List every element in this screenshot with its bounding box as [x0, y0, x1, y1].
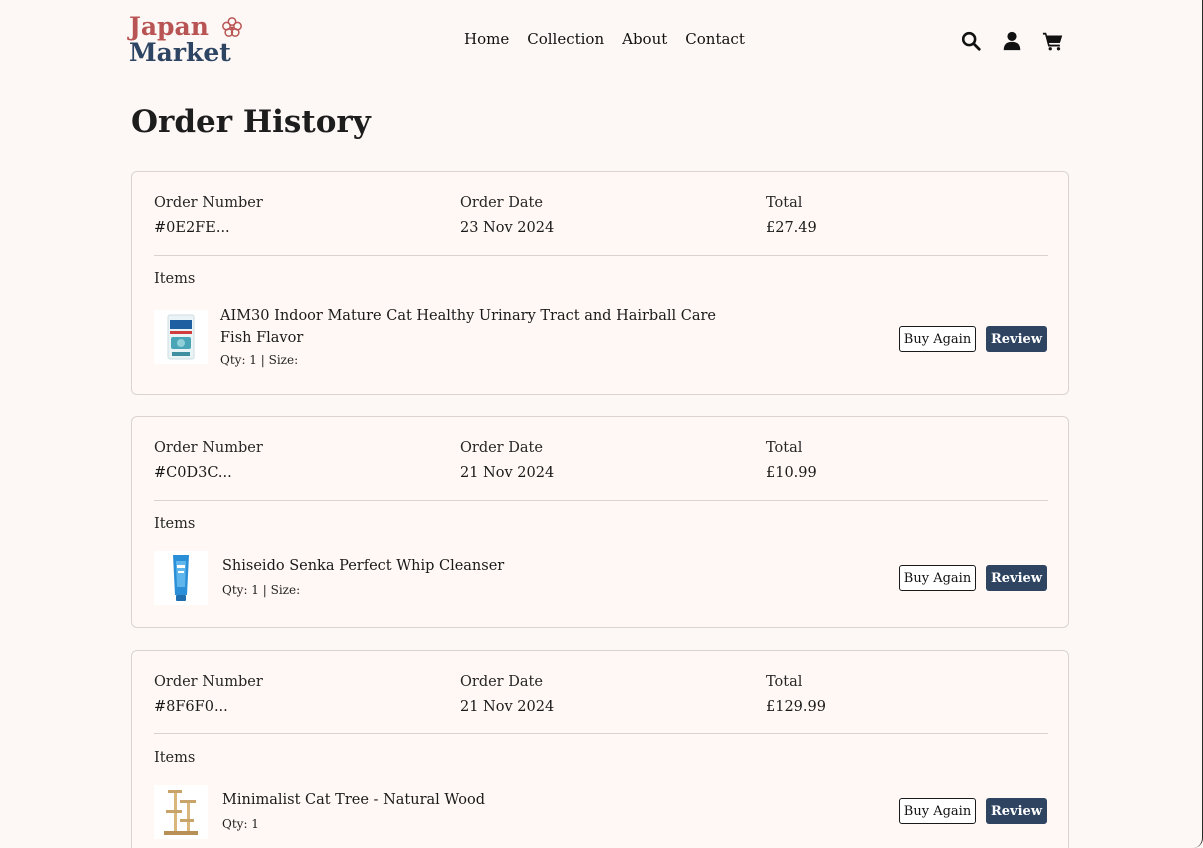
- search-icon[interactable]: [960, 30, 982, 52]
- items-label: Items: [154, 271, 196, 287]
- product-details: Qty: 1 | Size:: [220, 353, 299, 367]
- order-number-field: Order Number #0E2FE...: [154, 194, 263, 237]
- order-total-value: £129.99: [766, 699, 826, 715]
- order-meta: Order Number #0E2FE... Order Date 23 Nov…: [154, 194, 1048, 242]
- order-meta: Order Number #C0D3C... Order Date 21 Nov…: [154, 439, 1048, 487]
- order-number-value: #C0D3C...: [154, 465, 232, 481]
- divider: [154, 733, 1048, 734]
- cat-tree-image: [164, 790, 198, 835]
- product-name[interactable]: AIM30 Indoor Mature Cat Healthy Urinary …: [220, 305, 740, 349]
- nav-home[interactable]: Home: [464, 30, 509, 48]
- buy-again-button[interactable]: Buy Again: [899, 565, 976, 591]
- nav-about[interactable]: About: [622, 30, 667, 48]
- product-thumbnail[interactable]: [154, 310, 208, 364]
- order-total-field: Total £10.99: [766, 439, 817, 482]
- app-window: Japan Market Home Collection About Conta…: [0, 0, 1203, 848]
- order-date-field: Order Date 21 Nov 2024: [460, 439, 554, 482]
- nav-collection[interactable]: Collection: [527, 30, 604, 48]
- order-date-label: Order Date: [460, 674, 543, 690]
- product-thumbnail[interactable]: [154, 785, 208, 839]
- product-name[interactable]: Shiseido Senka Perfect Whip Cleanser: [222, 555, 742, 577]
- page-title: Order History: [131, 104, 371, 140]
- order-number-field: Order Number #C0D3C...: [154, 439, 263, 482]
- divider: [154, 255, 1048, 256]
- order-total-value: £27.49: [766, 220, 817, 236]
- order-total-field: Total £129.99: [766, 673, 826, 716]
- order-card: Order Number #C0D3C... Order Date 21 Nov…: [131, 416, 1069, 628]
- items-label: Items: [154, 750, 196, 766]
- order-number-label: Order Number: [154, 440, 263, 456]
- order-card: Order Number #0E2FE... Order Date 23 Nov…: [131, 171, 1069, 395]
- order-date-value: 23 Nov 2024: [460, 220, 555, 236]
- review-button[interactable]: Review: [986, 326, 1047, 352]
- product-thumbnail[interactable]: [154, 551, 208, 605]
- order-number-value: #0E2FE...: [154, 220, 230, 236]
- header-icons: [960, 30, 1066, 52]
- order-total-value: £10.99: [766, 465, 817, 481]
- order-total-field: Total £27.49: [766, 194, 817, 237]
- order-date-label: Order Date: [460, 440, 543, 456]
- product-details: Qty: 1: [222, 817, 259, 831]
- order-date-label: Order Date: [460, 195, 543, 211]
- user-icon[interactable]: [1001, 30, 1023, 52]
- brand-line-2: Market: [129, 38, 231, 67]
- order-number-label: Order Number: [154, 195, 263, 211]
- nav-contact[interactable]: Contact: [685, 30, 745, 48]
- product-name[interactable]: Minimalist Cat Tree - Natural Wood: [222, 789, 742, 811]
- order-number-value: #8F6F0...: [154, 699, 228, 715]
- order-total-label: Total: [766, 440, 803, 456]
- order-number-field: Order Number #8F6F0...: [154, 673, 263, 716]
- site-header: Japan Market Home Collection About Conta…: [0, 0, 1202, 80]
- order-meta: Order Number #8F6F0... Order Date 21 Nov…: [154, 673, 1048, 721]
- order-total-label: Total: [766, 674, 803, 690]
- product-details: Qty: 1 | Size:: [222, 583, 301, 597]
- divider: [154, 500, 1048, 501]
- order-date-field: Order Date 21 Nov 2024: [460, 673, 554, 716]
- order-total-label: Total: [766, 195, 803, 211]
- buy-again-button[interactable]: Buy Again: [899, 326, 976, 352]
- cleanser-tube-image: [173, 555, 189, 601]
- cart-icon[interactable]: [1042, 30, 1064, 52]
- sakura-icon: [222, 17, 242, 37]
- main-nav: Home Collection About Contact: [464, 30, 745, 48]
- review-button[interactable]: Review: [986, 565, 1047, 591]
- order-card: Order Number #8F6F0... Order Date 21 Nov…: [131, 650, 1069, 848]
- items-label: Items: [154, 516, 196, 532]
- buy-again-button[interactable]: Buy Again: [899, 798, 976, 824]
- brand-logo[interactable]: Japan Market: [129, 14, 245, 68]
- order-date-value: 21 Nov 2024: [460, 465, 555, 481]
- cat-food-package-image: [167, 314, 195, 360]
- order-date-value: 21 Nov 2024: [460, 699, 555, 715]
- order-date-field: Order Date 23 Nov 2024: [460, 194, 554, 237]
- review-button[interactable]: Review: [986, 798, 1047, 824]
- order-number-label: Order Number: [154, 674, 263, 690]
